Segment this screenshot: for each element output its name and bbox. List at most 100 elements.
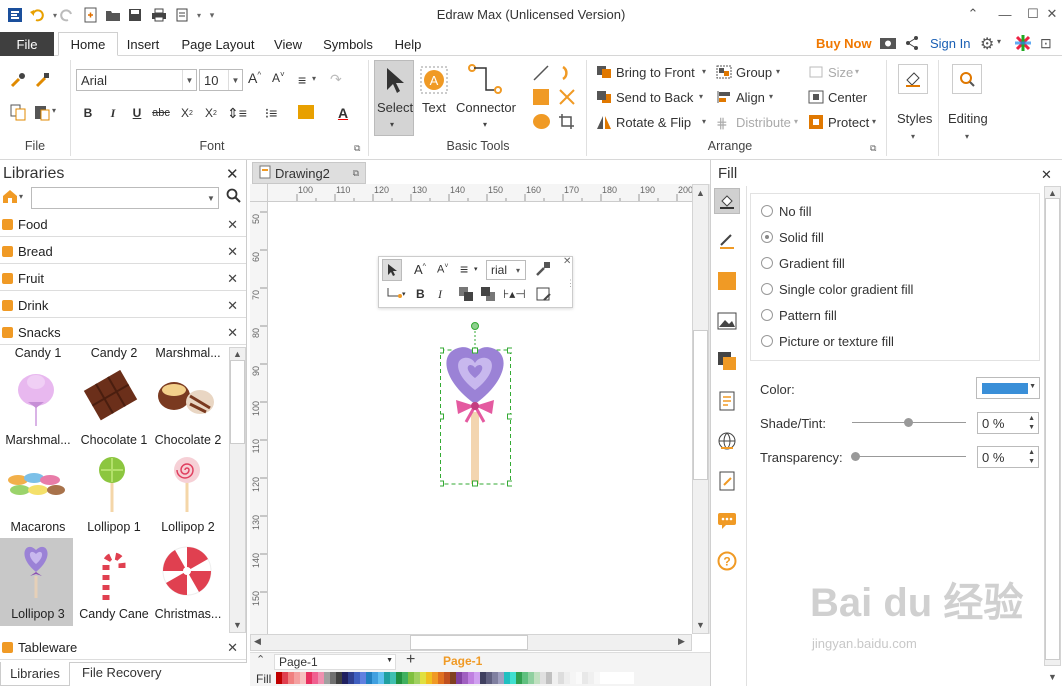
tab-home[interactable]: Home [58,32,118,56]
format-painter-tool-icon[interactable] [8,70,28,90]
arrange-dialog-launcher-icon[interactable]: ⧉ [870,143,876,154]
fill-panel-scroll-thumb[interactable] [1045,198,1060,660]
library-category-fruit[interactable]: Fruit ✕ [0,267,246,291]
color-picker[interactable]: ▼ [976,377,1040,399]
close-category-icon[interactable]: ✕ [227,271,238,287]
scroll-down-icon[interactable]: ▼ [1048,672,1057,682]
shrink-font-icon[interactable]: A˅ [272,70,285,85]
size-label[interactable]: Size [828,65,853,80]
single-color-gradient-option[interactable]: Single color gradient fill [761,276,913,302]
share-icon[interactable] [904,35,920,54]
float-grow-font-icon[interactable]: A^ [414,262,426,277]
connector-tool-icon[interactable] [468,64,502,99]
cart-icon[interactable] [879,35,897,54]
align-dropdown-icon[interactable]: ▾ [312,74,316,83]
library-category-snacks[interactable]: Snacks ✕ [0,321,246,345]
settings-gear-icon[interactable]: ⚙ [980,34,994,54]
strikethrough-icon[interactable]: abc [152,104,170,122]
float-format-painter-icon[interactable] [534,260,552,281]
picture-texture-fill-option[interactable]: Picture or texture fill [761,328,894,354]
library-home-icon[interactable] [2,188,18,207]
float-more-icon[interactable]: ⋮ [566,278,575,289]
styles-paint-icon[interactable] [898,64,928,94]
subscript-icon[interactable]: X2 [178,104,196,122]
float-bold-icon[interactable]: B [416,287,425,301]
float-connector-icon[interactable] [386,286,402,305]
group-label[interactable]: Group [736,65,772,80]
tab-libraries[interactable]: Libraries [0,662,70,686]
editing-dropdown-icon[interactable]: ▾ [965,132,969,141]
document-tab[interactable]: Drawing2 ⧉ [252,162,366,184]
tab-page-layout[interactable]: Page Layout [176,32,260,56]
minimize-ribbon-icon[interactable]: ⌃ [958,2,988,26]
editing-search-icon[interactable] [952,64,982,94]
notes-tab-icon[interactable] [714,468,740,494]
apps-icon[interactable] [1014,34,1032,55]
image-tab-icon[interactable] [714,308,740,334]
scroll-up-icon[interactable]: ▲ [233,349,242,359]
page-selector[interactable]: Page-1 ▼ [274,654,396,670]
canvas-v-scroll-thumb[interactable] [693,330,708,480]
font-dialog-launcher-icon[interactable]: ⧉ [354,143,360,154]
crop-tool-icon[interactable] [558,113,576,134]
cross-tool-icon[interactable] [558,88,576,109]
tab-help[interactable]: Help [388,32,428,56]
tab-file-recovery[interactable]: File Recovery [82,665,161,680]
tab-symbols[interactable]: Symbols [318,32,378,56]
hyperlink-tab-icon[interactable] [714,428,740,454]
ellipse-tool-icon[interactable] [533,114,550,129]
paste-dropdown-icon[interactable]: ▾ [52,106,56,115]
group-icon[interactable] [716,65,732,82]
float-send-back-icon[interactable] [480,286,496,305]
document-tab-menu-icon[interactable]: ⧉ [353,168,359,179]
text-rotation-icon[interactable]: ↷ [330,71,342,88]
float-align-icon[interactable]: ≡ [460,261,468,277]
close-icon[interactable]: ✕ [1042,2,1062,26]
library-home-dropdown-icon[interactable]: ▾ [19,192,23,201]
distribute-icon[interactable]: ⋕ [716,115,728,132]
send-to-back-icon[interactable] [596,90,612,107]
scroll-up-icon[interactable]: ▲ [1048,188,1057,198]
paste-icon[interactable] [32,102,52,122]
close-category-icon[interactable]: ✕ [227,244,238,260]
align-dropdown-icon[interactable]: ▾ [769,92,773,101]
scroll-left-icon[interactable]: ◀ [254,636,261,647]
no-fill-option[interactable]: No fill [761,198,812,224]
line-style-tab-icon[interactable] [714,228,740,254]
send-to-back-dropdown-icon[interactable]: ▾ [699,92,703,101]
scroll-down-icon[interactable]: ▼ [696,620,705,630]
libraries-close-icon[interactable]: ✕ [226,165,239,183]
document-properties-tab-icon[interactable] [714,388,740,414]
float-font-combo[interactable]: rial ▾ [486,260,526,280]
close-category-icon[interactable]: ✕ [227,298,238,314]
shade-tint-slider-thumb[interactable] [904,418,913,427]
page-tab[interactable]: Page-1 [443,654,482,668]
bold-icon[interactable]: B [79,104,97,122]
text-align-icon[interactable]: ≡ [298,72,306,88]
library-category-bread[interactable]: Bread ✕ [0,240,246,264]
tab-file[interactable]: File [0,32,54,56]
float-align-dropdown-icon[interactable]: ▾ [474,265,478,273]
spinner-arrows-icon[interactable]: ▲ ▼ [1028,448,1035,466]
minimize-icon[interactable]: — [990,2,1020,26]
styles-label[interactable]: Styles [897,111,932,126]
editing-label[interactable]: Editing [948,111,988,126]
library-scroll-thumb[interactable] [230,360,245,444]
superscript-icon[interactable]: X2 [202,104,220,122]
float-distribute-icon[interactable]: ⊦▴⊣ [503,287,526,301]
center-icon[interactable] [808,90,824,107]
align-icon[interactable] [716,90,732,107]
search-icon[interactable] [226,188,242,207]
library-category-food[interactable]: Food ✕ [0,213,246,237]
float-connector-dropdown-icon[interactable]: ▾ [402,290,406,298]
close-category-icon[interactable]: ✕ [227,217,238,233]
collapse-palette-icon[interactable]: ⌃ [256,653,265,666]
library-search-input[interactable]: ▼ [31,187,219,209]
arc-tool-icon[interactable] [558,64,576,85]
protect-label[interactable]: Protect [828,115,869,130]
bring-to-front-label[interactable]: Bring to Front [616,65,695,80]
float-italic-icon[interactable]: I [438,287,442,302]
close-category-icon[interactable]: ✕ [227,640,238,656]
fill-tab-icon[interactable] [714,188,740,214]
shadow-tab-icon[interactable] [714,268,740,294]
